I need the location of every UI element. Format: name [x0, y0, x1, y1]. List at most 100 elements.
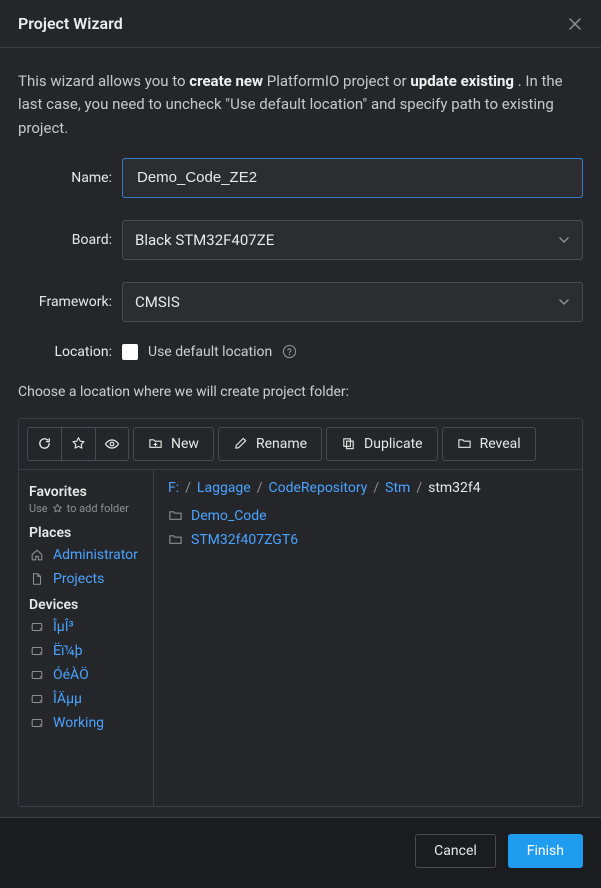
location-inline: Use default location [122, 344, 297, 360]
drive-icon [29, 716, 45, 730]
board-label: Board: [18, 232, 112, 248]
place-label: Projects [53, 571, 104, 587]
sidebar-device-0[interactable]: ÎµÎ³ [27, 615, 145, 639]
crumb-2[interactable]: Stm [385, 480, 410, 496]
pencil-icon [233, 436, 248, 451]
titlebar: Project Wizard [0, 0, 601, 48]
crumb-0[interactable]: Laggage [197, 480, 251, 496]
hint-pre: Use [29, 502, 48, 515]
intro-pre1: This wizard allows you to [18, 72, 189, 90]
help-icon[interactable] [282, 344, 297, 359]
finish-button[interactable]: Finish [508, 834, 583, 868]
crumb-sep: / [373, 480, 379, 496]
sidebar-place-projects[interactable]: Projects [27, 567, 145, 591]
new-label: New [171, 436, 199, 452]
intro-b1: create new [189, 72, 263, 90]
sidebar-favorites-hint: Use to add folder [29, 502, 143, 515]
row-location: Location: Use default location [18, 344, 583, 360]
drive-icon [29, 668, 45, 682]
refresh-button[interactable] [27, 427, 61, 461]
breadcrumbs: F: / Laggage / CodeRepository / Stm / st… [168, 480, 568, 496]
drive-icon [29, 692, 45, 706]
folder-icon [168, 532, 183, 547]
row-name: Name: [18, 158, 583, 198]
cancel-button[interactable]: Cancel [415, 834, 496, 868]
finish-label: Finish [527, 843, 564, 859]
folder-name: STM32f407ZGT6 [191, 532, 298, 548]
duplicate-icon [341, 436, 356, 451]
device-label: Ëï¼þ [53, 643, 83, 659]
crumb-sep: / [185, 480, 191, 496]
framework-select[interactable]: CMSIS [122, 282, 583, 322]
reveal-label: Reveal [480, 436, 521, 452]
sidebar-device-2[interactable]: ÓéÀÖ [27, 663, 145, 687]
intro-text: This wizard allows you to create new Pla… [18, 70, 583, 140]
default-location-text: Use default location [148, 344, 272, 360]
crumb-current: stm32f4 [428, 480, 481, 496]
name-input-wrap[interactable] [122, 158, 583, 198]
folder-name: Demo_Code [191, 508, 267, 524]
eye-icon [104, 436, 120, 452]
drive-icon [29, 644, 45, 658]
footer: Cancel Finish [0, 817, 601, 888]
board-select[interactable]: Black STM32F407ZE [122, 220, 583, 260]
crumb-root[interactable]: F: [168, 480, 179, 496]
modal-body: This wizard allows you to create new Pla… [0, 48, 601, 817]
place-label: Administrator [53, 547, 138, 563]
sidebar-device-1[interactable]: Ëï¼þ [27, 639, 145, 663]
favorite-button[interactable] [61, 427, 95, 461]
sidebar-favorites-title: Favorites [29, 484, 143, 500]
new-folder-icon [148, 436, 163, 451]
chevron-down-icon [558, 234, 570, 246]
row-board: Board: Black STM32F407ZE [18, 220, 583, 260]
sidebar-device-3[interactable]: ÎÄµµ [27, 687, 145, 711]
duplicate-button[interactable]: Duplicate [326, 427, 438, 461]
project-wizard-modal: Project Wizard This wizard allows you to… [0, 0, 601, 888]
choose-location-text: Choose a location where we will create p… [18, 384, 583, 400]
refresh-icon [37, 436, 52, 451]
file-toolbar: New Rename Duplicate Reveal [19, 419, 582, 470]
form-rows: Name: Board: Black STM32F407ZE Framework… [18, 158, 583, 360]
default-location-checkbox[interactable] [122, 344, 138, 360]
sidebar-place-administrator[interactable]: Administrator [27, 543, 145, 567]
file-panel: New Rename Duplicate Reveal Fav [18, 418, 583, 807]
hint-post: to add folder [67, 502, 129, 515]
name-label: Name: [18, 170, 112, 186]
name-input[interactable] [135, 168, 570, 187]
framework-value: CMSIS [135, 293, 180, 311]
folder-item-1[interactable]: STM32f407ZGT6 [168, 528, 568, 552]
crumb-1[interactable]: CodeRepository [268, 480, 367, 496]
intro-mid: PlatformIO project or [267, 72, 411, 90]
home-icon [29, 548, 45, 562]
new-folder-button[interactable]: New [133, 427, 214, 461]
folder-item-0[interactable]: Demo_Code [168, 504, 568, 528]
sidebar: Favorites Use to add folder Places Admin… [19, 470, 154, 806]
duplicate-label: Duplicate [364, 436, 423, 452]
modal-title: Project Wizard [18, 14, 123, 33]
intro-b2: update existing [410, 72, 514, 90]
crumb-sep: / [257, 480, 263, 496]
sidebar-places-title: Places [29, 525, 143, 541]
reveal-button[interactable]: Reveal [442, 427, 536, 461]
device-label: ÎµÎ³ [53, 619, 74, 635]
star-icon [71, 436, 86, 451]
file-main: F: / Laggage / CodeRepository / Stm / st… [154, 470, 582, 806]
star-icon [52, 503, 63, 514]
sidebar-device-4[interactable]: Working [27, 711, 145, 735]
rename-button[interactable]: Rename [218, 427, 322, 461]
file-split: Favorites Use to add folder Places Admin… [19, 470, 582, 806]
cancel-label: Cancel [434, 843, 477, 859]
chevron-down-icon [558, 296, 570, 308]
show-hidden-button[interactable] [95, 427, 129, 461]
framework-label: Framework: [18, 294, 112, 310]
close-icon [567, 16, 583, 32]
device-label: Working [53, 715, 104, 731]
close-button[interactable] [567, 16, 583, 32]
board-value: Black STM32F407ZE [135, 231, 274, 249]
drive-icon [29, 620, 45, 634]
device-label: ÓéÀÖ [53, 667, 89, 683]
crumb-sep: / [416, 480, 422, 496]
reveal-icon [457, 436, 472, 451]
rename-label: Rename [256, 436, 307, 452]
row-framework: Framework: CMSIS [18, 282, 583, 322]
